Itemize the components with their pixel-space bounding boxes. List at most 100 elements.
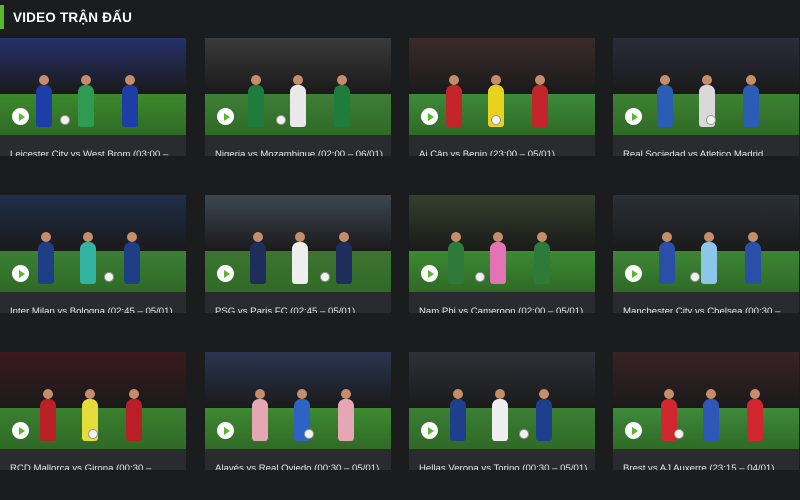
ball xyxy=(88,429,98,439)
video-caption: Alavés vs Real Oviedo (00:30 – 05/01) xyxy=(205,449,391,470)
player-figure xyxy=(450,389,466,441)
play-icon[interactable] xyxy=(217,108,234,125)
video-card[interactable]: Hellas Verona vs Torino (00:30 – 05/01) xyxy=(409,352,595,470)
player-figure xyxy=(743,75,759,127)
video-thumbnail[interactable] xyxy=(409,38,595,135)
player-figure xyxy=(747,389,763,441)
video-caption: Nigeria vs Mozambique (02:00 – 06/01) xyxy=(205,135,391,156)
video-card[interactable]: Ai Cập vs Benin (23:00 – 05/01) xyxy=(409,38,595,156)
video-card[interactable]: Leicester City vs West Brom (03:00 – 06/… xyxy=(0,38,186,156)
player-figure xyxy=(252,389,268,441)
play-icon[interactable] xyxy=(217,265,234,282)
player-figure xyxy=(292,232,308,284)
player-figure xyxy=(124,232,140,284)
video-card[interactable]: Real Sociedad vs Atletico Madrid (03:00 … xyxy=(613,38,799,156)
player-figure xyxy=(534,232,550,284)
video-title[interactable]: RCD Mallorca vs Girona (00:30 – 05/01) xyxy=(10,461,180,470)
video-card[interactable]: Manchester City vs Chelsea (00:30 – 05/0… xyxy=(613,195,799,313)
player-figure xyxy=(446,75,462,127)
video-caption: RCD Mallorca vs Girona (00:30 – 05/01) xyxy=(0,449,186,470)
player-figure xyxy=(78,75,94,127)
video-thumbnail[interactable] xyxy=(613,195,799,292)
ball xyxy=(706,115,716,125)
ball xyxy=(491,115,501,125)
player-figure xyxy=(657,75,673,127)
video-card[interactable]: Brest vs AJ Auxerre (23:15 – 04/01) xyxy=(613,352,799,470)
player-figure xyxy=(38,232,54,284)
video-card[interactable]: PSG vs Paris FC (02:45 – 05/01) xyxy=(205,195,391,313)
play-icon[interactable] xyxy=(421,422,438,439)
player-figure xyxy=(490,232,506,284)
video-caption: Hellas Verona vs Torino (00:30 – 05/01) xyxy=(409,449,595,470)
video-thumbnail[interactable] xyxy=(205,352,391,449)
video-caption: PSG vs Paris FC (02:45 – 05/01) xyxy=(205,292,391,313)
video-caption: Manchester City vs Chelsea (00:30 – 05/0… xyxy=(613,292,799,313)
thumbnail-crowd xyxy=(409,38,595,95)
video-caption: Brest vs AJ Auxerre (23:15 – 04/01) xyxy=(613,449,799,470)
player-figure xyxy=(36,75,52,127)
video-title[interactable]: Manchester City vs Chelsea (00:30 – 05/0… xyxy=(623,304,793,313)
thumbnail-crowd xyxy=(0,38,186,95)
video-caption: Ai Cập vs Benin (23:00 – 05/01) xyxy=(409,135,595,156)
video-title[interactable]: Ai Cập vs Benin (23:00 – 05/01) xyxy=(419,147,589,156)
video-thumbnail[interactable] xyxy=(409,352,595,449)
video-title[interactable]: PSG vs Paris FC (02:45 – 05/01) xyxy=(215,304,385,313)
play-icon[interactable] xyxy=(421,265,438,282)
player-figure xyxy=(40,389,56,441)
video-thumbnail[interactable] xyxy=(613,38,799,135)
video-title[interactable]: Leicester City vs West Brom (03:00 – 06/… xyxy=(10,147,180,156)
video-thumbnail[interactable] xyxy=(205,195,391,292)
ball xyxy=(690,272,700,282)
player-figure xyxy=(334,75,350,127)
section-header: VIDEO TRẬN ĐẤU xyxy=(0,0,800,34)
player-figure xyxy=(290,75,306,127)
player-figure xyxy=(80,232,96,284)
play-icon[interactable] xyxy=(625,265,642,282)
video-title[interactable]: Nigeria vs Mozambique (02:00 – 06/01) xyxy=(215,147,385,156)
video-thumbnail[interactable] xyxy=(205,38,391,135)
video-card[interactable]: Alavés vs Real Oviedo (00:30 – 05/01) xyxy=(205,352,391,470)
video-thumbnail[interactable] xyxy=(0,38,186,135)
player-figure xyxy=(250,232,266,284)
video-title[interactable]: Alavés vs Real Oviedo (00:30 – 05/01) xyxy=(215,461,385,470)
video-thumbnail[interactable] xyxy=(0,352,186,449)
player-figure xyxy=(532,75,548,127)
play-icon[interactable] xyxy=(12,422,29,439)
video-title[interactable]: Brest vs AJ Auxerre (23:15 – 04/01) xyxy=(623,461,793,470)
video-card[interactable]: RCD Mallorca vs Girona (00:30 – 05/01) xyxy=(0,352,186,470)
play-icon[interactable] xyxy=(421,108,438,125)
video-title[interactable]: Inter Milan vs Bologna (02:45 – 05/01) xyxy=(10,304,180,313)
video-caption: Inter Milan vs Bologna (02:45 – 05/01) xyxy=(0,292,186,313)
video-card[interactable]: Nigeria vs Mozambique (02:00 – 06/01) xyxy=(205,38,391,156)
player-figure xyxy=(703,389,719,441)
ball xyxy=(519,429,529,439)
video-thumbnail[interactable] xyxy=(613,352,799,449)
video-card[interactable]: Nam Phi vs Cameroon (02:00 – 05/01) xyxy=(409,195,595,313)
player-figure xyxy=(122,75,138,127)
section-title: VIDEO TRẬN ĐẤU xyxy=(13,9,133,25)
video-caption: Leicester City vs West Brom (03:00 – 06/… xyxy=(0,135,186,156)
ball xyxy=(304,429,314,439)
ball xyxy=(475,272,485,282)
ball xyxy=(276,115,286,125)
player-figure xyxy=(492,389,508,441)
video-thumbnail[interactable] xyxy=(0,195,186,292)
video-card[interactable]: Inter Milan vs Bologna (02:45 – 05/01) xyxy=(0,195,186,313)
player-figure xyxy=(701,232,717,284)
play-icon[interactable] xyxy=(625,108,642,125)
player-figure xyxy=(338,389,354,441)
video-caption: Real Sociedad vs Atletico Madrid (03:00 … xyxy=(613,135,799,156)
play-icon[interactable] xyxy=(217,422,234,439)
video-title[interactable]: Real Sociedad vs Atletico Madrid (03:00 … xyxy=(623,147,793,156)
player-figure xyxy=(248,75,264,127)
play-icon[interactable] xyxy=(12,108,29,125)
player-figure xyxy=(126,389,142,441)
video-title[interactable]: Hellas Verona vs Torino (00:30 – 05/01) xyxy=(419,461,589,470)
video-thumbnail[interactable] xyxy=(409,195,595,292)
section-accent-bar xyxy=(0,5,4,29)
player-figure xyxy=(536,389,552,441)
play-icon[interactable] xyxy=(625,422,642,439)
play-icon[interactable] xyxy=(12,265,29,282)
ball xyxy=(60,115,70,125)
video-title[interactable]: Nam Phi vs Cameroon (02:00 – 05/01) xyxy=(419,304,589,313)
